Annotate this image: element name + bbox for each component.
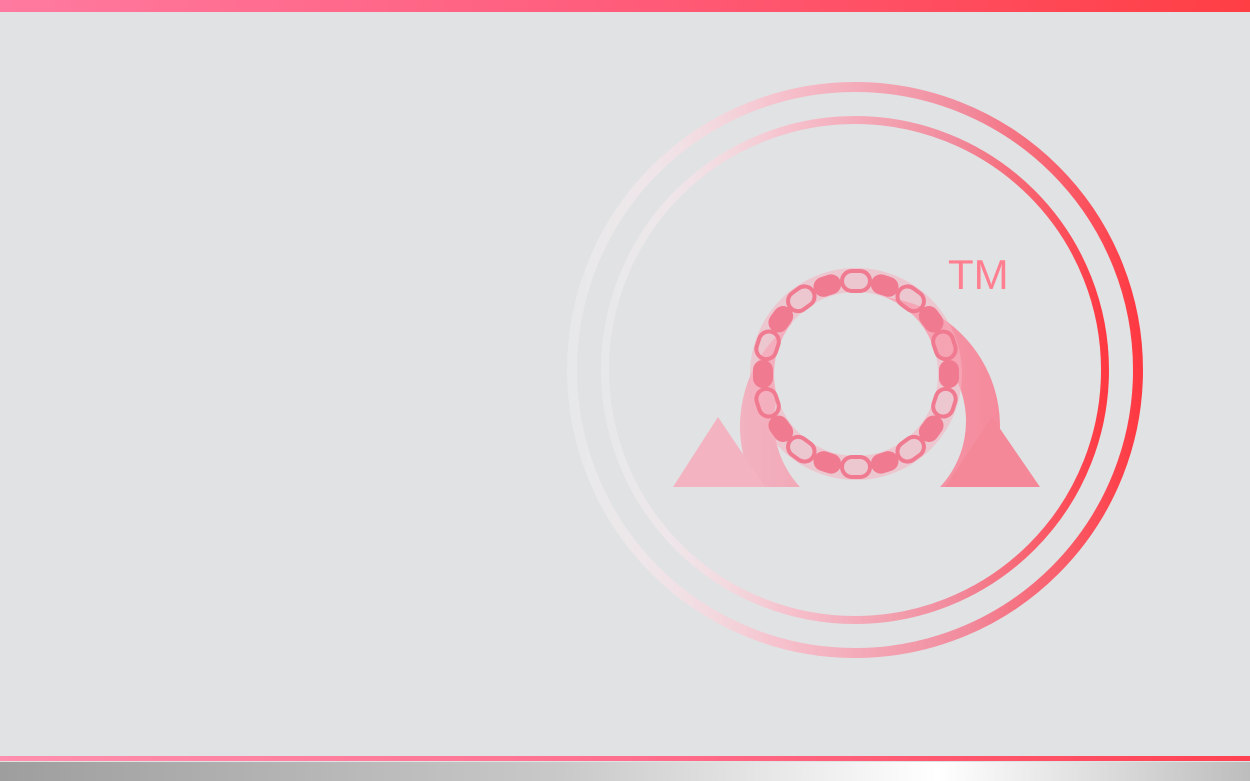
trademark-mark: TM	[948, 251, 1009, 298]
chain-link	[753, 360, 773, 388]
splash-screen: TM	[0, 0, 1250, 781]
top-accent-bar	[0, 0, 1250, 12]
chain-link	[939, 360, 959, 388]
bottom-gray-strip	[0, 762, 1250, 781]
omega-shape	[673, 268, 1040, 487]
bottom-accent-line	[0, 756, 1250, 761]
omega-chain-logo-icon: TM	[567, 82, 1143, 658]
